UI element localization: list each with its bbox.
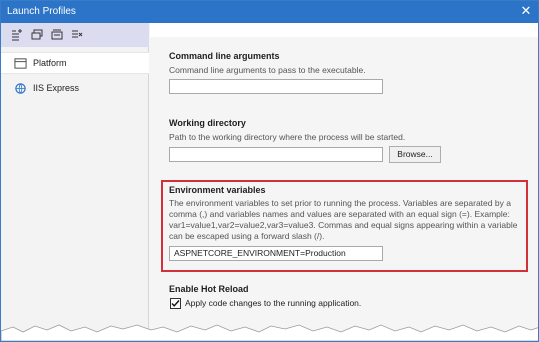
- profiles-toolbar: [1, 23, 149, 47]
- torn-edge-graphic: [1, 324, 538, 341]
- checkmark-icon: [171, 300, 180, 307]
- cmd-args-input[interactable]: [169, 79, 383, 94]
- environment-variables-description: The environment variables to set prior t…: [169, 198, 517, 242]
- sidebar-item-platform[interactable]: Platform: [1, 52, 149, 74]
- env-desc-line: comma (,) and variables names and values…: [169, 209, 510, 219]
- delete-profile-icon[interactable]: [69, 27, 85, 43]
- new-profile-icon[interactable]: [9, 27, 25, 43]
- env-desc-line: The environment variables to set prior t…: [169, 198, 511, 208]
- sidebar-item-iis-express[interactable]: IIS Express: [1, 77, 149, 99]
- hot-reload-title: Enable Hot Reload: [169, 284, 249, 294]
- window-title: Launch Profiles: [7, 6, 76, 17]
- profiles-sidebar: Platform IIS Express: [1, 23, 149, 341]
- sidebar-item-label: Platform: [33, 58, 67, 68]
- platform-icon: [13, 56, 27, 70]
- launch-profiles-window: Launch Profiles ✕ Platform IIS Express C…: [0, 0, 539, 342]
- environment-variables-input[interactable]: ASPNETCORE_ENVIRONMENT=Production: [169, 246, 383, 261]
- env-desc-line: can be escaped using a forward slash (/)…: [169, 231, 325, 241]
- title-bar: Launch Profiles ✕: [1, 1, 538, 23]
- environment-variables-title: Environment variables: [169, 185, 266, 195]
- cmd-args-title: Command line arguments: [169, 51, 280, 61]
- cmd-args-description: Command line arguments to pass to the ex…: [169, 65, 366, 75]
- close-icon[interactable]: ✕: [518, 3, 534, 19]
- working-directory-input[interactable]: [169, 147, 383, 162]
- copy-profile-icon[interactable]: [29, 27, 45, 43]
- rename-profile-icon[interactable]: [49, 27, 65, 43]
- hot-reload-checkbox[interactable]: [170, 298, 181, 309]
- hot-reload-label[interactable]: Apply code changes to the running applic…: [185, 298, 361, 309]
- iis-express-icon: [13, 81, 27, 95]
- env-desc-line: var1=value1,var2=value2,var3=value3. Com…: [169, 220, 518, 230]
- panel-top-band: [150, 23, 538, 37]
- browse-button[interactable]: Browse...: [389, 146, 441, 163]
- working-directory-description: Path to the working directory where the …: [169, 132, 406, 142]
- sidebar-item-label: IIS Express: [33, 83, 80, 93]
- working-directory-title: Working directory: [169, 118, 246, 128]
